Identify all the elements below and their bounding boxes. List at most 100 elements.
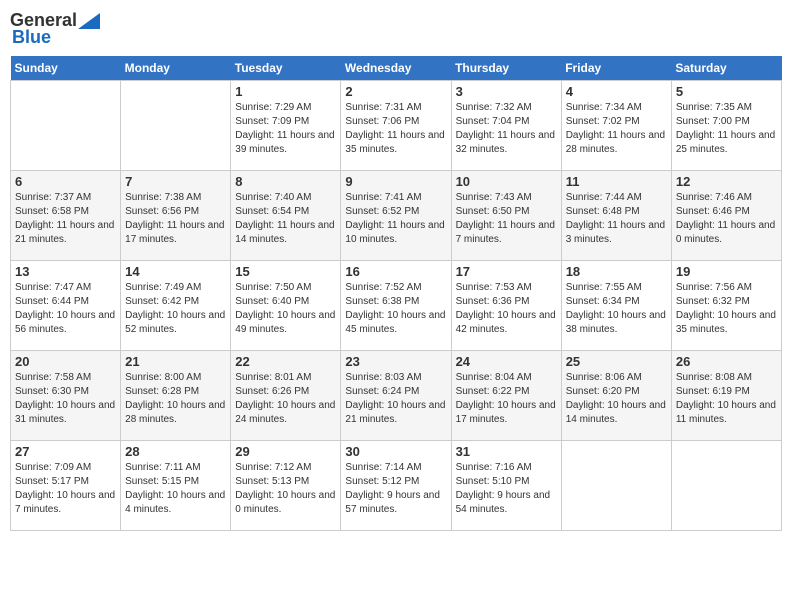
weekday-header-monday: Monday: [121, 56, 231, 81]
day-info: Sunrise: 8:00 AM Sunset: 6:28 PM Dayligh…: [125, 371, 226, 427]
day-number: 8: [235, 174, 336, 189]
day-number: 4: [566, 84, 667, 99]
logo-icon: [78, 13, 100, 29]
calendar-cell: 27 Sunrise: 7:09 AM Sunset: 5:17 PM Dayli…: [11, 441, 121, 531]
day-number: 29: [235, 444, 336, 459]
calendar-cell: 12 Sunrise: 7:46 AM Sunset: 6:46 PM Dayli…: [671, 171, 781, 261]
calendar-cell: 29 Sunrise: 7:12 AM Sunset: 5:13 PM Dayli…: [231, 441, 341, 531]
day-number: 6: [15, 174, 116, 189]
day-number: 1: [235, 84, 336, 99]
day-number: 20: [15, 354, 116, 369]
calendar-cell: 25 Sunrise: 8:06 AM Sunset: 6:20 PM Dayli…: [561, 351, 671, 441]
day-info: Sunrise: 7:56 AM Sunset: 6:32 PM Dayligh…: [676, 281, 777, 337]
calendar-cell: 2 Sunrise: 7:31 AM Sunset: 7:06 PM Daylig…: [341, 81, 451, 171]
day-number: 13: [15, 264, 116, 279]
day-info: Sunrise: 7:53 AM Sunset: 6:36 PM Dayligh…: [456, 281, 557, 337]
calendar-cell: 9 Sunrise: 7:41 AM Sunset: 6:52 PM Daylig…: [341, 171, 451, 261]
day-number: 26: [676, 354, 777, 369]
day-info: Sunrise: 7:44 AM Sunset: 6:48 PM Dayligh…: [566, 191, 667, 247]
day-info: Sunrise: 7:34 AM Sunset: 7:02 PM Dayligh…: [566, 101, 667, 157]
calendar-cell: 21 Sunrise: 8:00 AM Sunset: 6:28 PM Dayli…: [121, 351, 231, 441]
day-number: 14: [125, 264, 226, 279]
calendar-cell: 6 Sunrise: 7:37 AM Sunset: 6:58 PM Daylig…: [11, 171, 121, 261]
day-info: Sunrise: 7:40 AM Sunset: 6:54 PM Dayligh…: [235, 191, 336, 247]
calendar-cell: 1Sunrise: 7:29 AM Sunset: 7:09 PM Daylig…: [231, 81, 341, 171]
week-row-2: 6 Sunrise: 7:37 AM Sunset: 6:58 PM Daylig…: [11, 171, 782, 261]
weekday-header-saturday: Saturday: [671, 56, 781, 81]
day-info: Sunrise: 7:43 AM Sunset: 6:50 PM Dayligh…: [456, 191, 557, 247]
day-number: 17: [456, 264, 557, 279]
day-number: 9: [345, 174, 446, 189]
day-info: Sunrise: 8:03 AM Sunset: 6:24 PM Dayligh…: [345, 371, 446, 427]
weekday-header-tuesday: Tuesday: [231, 56, 341, 81]
day-number: 28: [125, 444, 226, 459]
day-info: Sunrise: 7:55 AM Sunset: 6:34 PM Dayligh…: [566, 281, 667, 337]
calendar-cell: 15Sunrise: 7:50 AM Sunset: 6:40 PM Dayli…: [231, 261, 341, 351]
weekday-header-friday: Friday: [561, 56, 671, 81]
calendar-cell: [121, 81, 231, 171]
day-number: 10: [456, 174, 557, 189]
day-number: 21: [125, 354, 226, 369]
weekday-header-wednesday: Wednesday: [341, 56, 451, 81]
calendar-cell: 18Sunrise: 7:55 AM Sunset: 6:34 PM Dayli…: [561, 261, 671, 351]
day-number: 25: [566, 354, 667, 369]
calendar-cell: 3 Sunrise: 7:32 AM Sunset: 7:04 PM Daylig…: [451, 81, 561, 171]
day-info: Sunrise: 7:31 AM Sunset: 7:06 PM Dayligh…: [345, 101, 446, 157]
day-number: 16: [345, 264, 446, 279]
day-info: Sunrise: 8:08 AM Sunset: 6:19 PM Dayligh…: [676, 371, 777, 427]
calendar-cell: 10 Sunrise: 7:43 AM Sunset: 6:50 PM Dayli…: [451, 171, 561, 261]
page-header: General Blue: [10, 10, 782, 48]
day-info: Sunrise: 8:04 AM Sunset: 6:22 PM Dayligh…: [456, 371, 557, 427]
day-info: Sunrise: 7:38 AM Sunset: 6:56 PM Dayligh…: [125, 191, 226, 247]
day-number: 12: [676, 174, 777, 189]
calendar-cell: 23 Sunrise: 8:03 AM Sunset: 6:24 PM Dayli…: [341, 351, 451, 441]
logo-blue: Blue: [10, 27, 51, 48]
day-number: 31: [456, 444, 557, 459]
day-number: 3: [456, 84, 557, 99]
day-info: Sunrise: 7:32 AM Sunset: 7:04 PM Dayligh…: [456, 101, 557, 157]
day-info: Sunrise: 7:46 AM Sunset: 6:46 PM Dayligh…: [676, 191, 777, 247]
calendar-cell: [11, 81, 121, 171]
day-info: Sunrise: 7:50 AM Sunset: 6:40 PM Dayligh…: [235, 281, 336, 337]
day-number: 27: [15, 444, 116, 459]
calendar-cell: 4 Sunrise: 7:34 AM Sunset: 7:02 PM Daylig…: [561, 81, 671, 171]
calendar-cell: [671, 441, 781, 531]
calendar-cell: 30 Sunrise: 7:14 AM Sunset: 5:12 PM Dayli…: [341, 441, 451, 531]
day-info: Sunrise: 8:06 AM Sunset: 6:20 PM Dayligh…: [566, 371, 667, 427]
day-number: 5: [676, 84, 777, 99]
calendar-cell: 7 Sunrise: 7:38 AM Sunset: 6:56 PM Daylig…: [121, 171, 231, 261]
day-info: Sunrise: 7:09 AM Sunset: 5:17 PM Dayligh…: [15, 461, 116, 517]
day-info: Sunrise: 7:37 AM Sunset: 6:58 PM Dayligh…: [15, 191, 116, 247]
weekday-header-thursday: Thursday: [451, 56, 561, 81]
day-info: Sunrise: 7:12 AM Sunset: 5:13 PM Dayligh…: [235, 461, 336, 517]
day-info: Sunrise: 7:58 AM Sunset: 6:30 PM Dayligh…: [15, 371, 116, 427]
day-info: Sunrise: 8:01 AM Sunset: 6:26 PM Dayligh…: [235, 371, 336, 427]
calendar-cell: [561, 441, 671, 531]
calendar-cell: 11 Sunrise: 7:44 AM Sunset: 6:48 PM Dayli…: [561, 171, 671, 261]
day-number: 30: [345, 444, 446, 459]
week-row-1: 1Sunrise: 7:29 AM Sunset: 7:09 PM Daylig…: [11, 81, 782, 171]
calendar-cell: 8 Sunrise: 7:40 AM Sunset: 6:54 PM Daylig…: [231, 171, 341, 261]
day-number: 11: [566, 174, 667, 189]
day-number: 23: [345, 354, 446, 369]
day-info: Sunrise: 7:49 AM Sunset: 6:42 PM Dayligh…: [125, 281, 226, 337]
calendar-table: SundayMondayTuesdayWednesdayThursdayFrid…: [10, 56, 782, 531]
week-row-4: 20 Sunrise: 7:58 AM Sunset: 6:30 PM Dayli…: [11, 351, 782, 441]
day-info: Sunrise: 7:52 AM Sunset: 6:38 PM Dayligh…: [345, 281, 446, 337]
day-number: 2: [345, 84, 446, 99]
weekday-header-sunday: Sunday: [11, 56, 121, 81]
day-number: 7: [125, 174, 226, 189]
calendar-cell: 28 Sunrise: 7:11 AM Sunset: 5:15 PM Dayli…: [121, 441, 231, 531]
day-info: Sunrise: 7:41 AM Sunset: 6:52 PM Dayligh…: [345, 191, 446, 247]
day-info: Sunrise: 7:16 AM Sunset: 5:10 PM Dayligh…: [456, 461, 557, 517]
day-number: 22: [235, 354, 336, 369]
day-number: 19: [676, 264, 777, 279]
calendar-cell: 13Sunrise: 7:47 AM Sunset: 6:44 PM Dayli…: [11, 261, 121, 351]
day-info: Sunrise: 7:11 AM Sunset: 5:15 PM Dayligh…: [125, 461, 226, 517]
day-info: Sunrise: 7:14 AM Sunset: 5:12 PM Dayligh…: [345, 461, 446, 517]
calendar-cell: 19 Sunrise: 7:56 AM Sunset: 6:32 PM Dayli…: [671, 261, 781, 351]
calendar-cell: 22 Sunrise: 8:01 AM Sunset: 6:26 PM Dayli…: [231, 351, 341, 441]
calendar-cell: 31 Sunrise: 7:16 AM Sunset: 5:10 PM Dayli…: [451, 441, 561, 531]
logo: General Blue: [10, 10, 101, 48]
day-number: 24: [456, 354, 557, 369]
